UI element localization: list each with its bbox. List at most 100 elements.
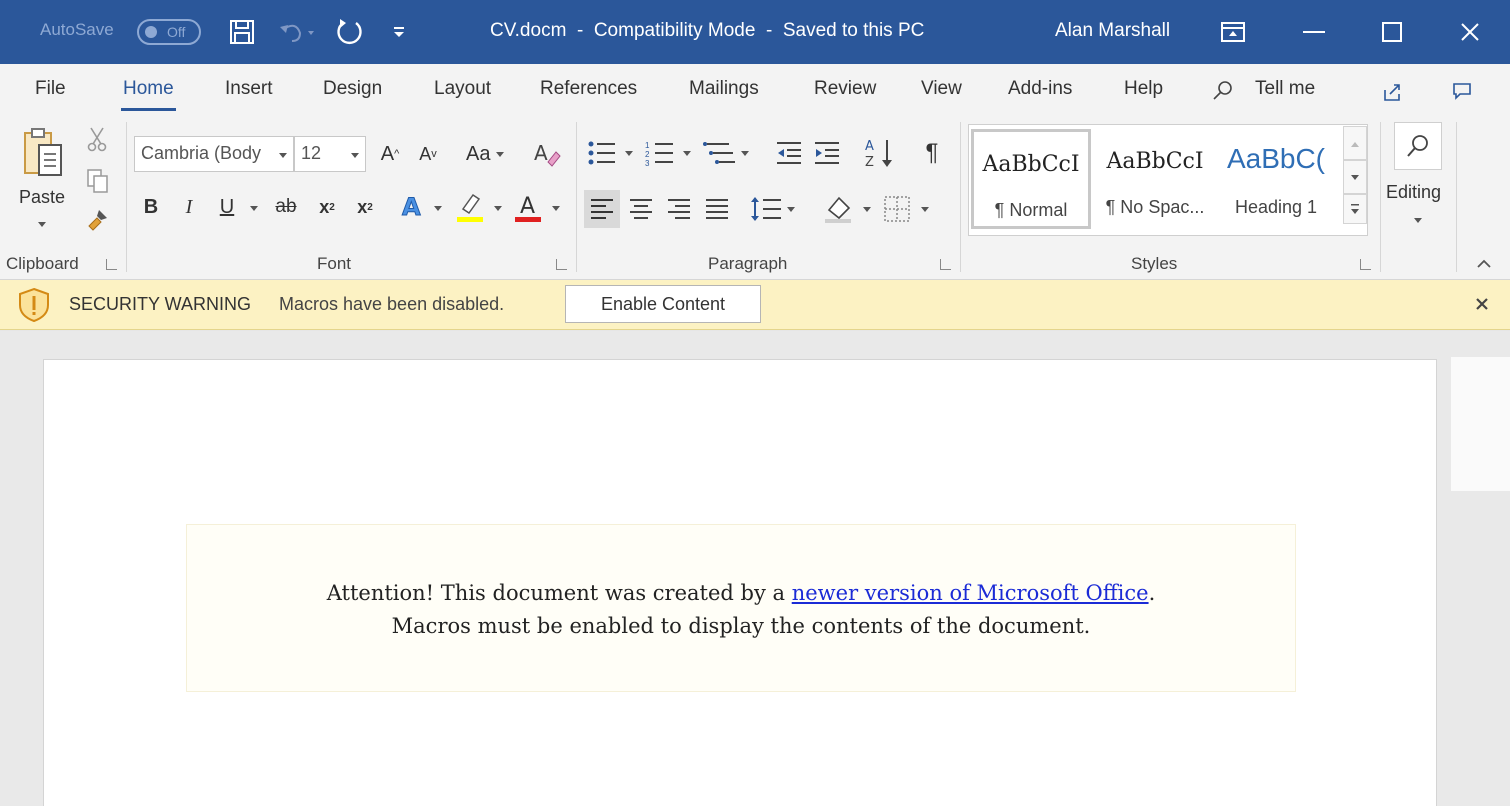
- document-page[interactable]: Attention! This document was created by …: [43, 359, 1437, 806]
- subscript-icon[interactable]: x2: [314, 192, 340, 222]
- toggle-knob: [145, 26, 157, 38]
- bullets-icon[interactable]: [586, 138, 636, 168]
- copy-icon[interactable]: [84, 166, 112, 196]
- newer-version-link[interactable]: newer version of Microsoft Office: [792, 581, 1149, 605]
- close-warning-icon[interactable]: [1470, 292, 1494, 316]
- style-no-spacing[interactable]: AaBbCcI ¶ No Spac...: [1095, 129, 1215, 229]
- highlight-icon[interactable]: [454, 190, 486, 224]
- align-right-icon[interactable]: [662, 190, 696, 228]
- separator: [1380, 122, 1381, 272]
- numbering-icon[interactable]: 123: [644, 138, 694, 168]
- paste-dropdown-icon[interactable]: [38, 222, 46, 227]
- title-bar: AutoSave Off CV.docm - Compatibility Mod…: [0, 0, 1510, 64]
- tab-addins[interactable]: Add-ins: [1008, 78, 1072, 100]
- tab-view[interactable]: View: [921, 78, 962, 100]
- font-size-box[interactable]: 12: [294, 136, 366, 172]
- italic-button[interactable]: I: [176, 192, 202, 222]
- font-color-dropdown-icon[interactable]: [552, 206, 560, 211]
- text-effects-icon[interactable]: A: [398, 190, 426, 222]
- save-icon[interactable]: [226, 16, 258, 48]
- undo-icon[interactable]: [276, 16, 320, 48]
- enable-content-button[interactable]: Enable Content: [565, 285, 761, 323]
- user-name[interactable]: Alan Marshall: [1055, 20, 1170, 42]
- comments-icon[interactable]: [1450, 80, 1474, 102]
- minimize-icon[interactable]: [1300, 16, 1328, 48]
- svg-text:A: A: [520, 194, 535, 219]
- tab-insert[interactable]: Insert: [225, 78, 273, 100]
- tab-home[interactable]: Home: [121, 78, 176, 111]
- font-size-value: 12: [301, 143, 322, 163]
- share-icon[interactable]: [1380, 80, 1404, 104]
- tab-design[interactable]: Design: [323, 78, 382, 100]
- redo-icon[interactable]: [332, 16, 366, 48]
- text-effects-dropdown-icon[interactable]: [434, 206, 442, 211]
- font-color-icon[interactable]: A: [512, 190, 544, 224]
- font-name-value: Cambria (Body: [141, 143, 262, 163]
- lightbulb-search-icon[interactable]: [1210, 80, 1236, 102]
- svg-text:3: 3: [645, 159, 650, 167]
- grow-font-icon[interactable]: A ^: [376, 140, 404, 168]
- superscript-icon[interactable]: x2: [352, 192, 378, 222]
- find-icon[interactable]: [1394, 122, 1442, 170]
- paragraph-launcher-icon[interactable]: [940, 259, 951, 270]
- close-icon[interactable]: [1456, 16, 1484, 48]
- tab-file[interactable]: File: [35, 78, 66, 100]
- styles-launcher-icon[interactable]: [1360, 259, 1371, 270]
- tab-layout[interactable]: Layout: [434, 78, 491, 100]
- justify-icon[interactable]: [700, 190, 734, 228]
- styles-scroll-up[interactable]: [1343, 126, 1367, 160]
- security-warning-title: SECURITY WARNING: [69, 294, 252, 314]
- borders-icon[interactable]: [880, 190, 934, 228]
- editing-label[interactable]: Editing: [1386, 182, 1441, 203]
- multilevel-list-icon[interactable]: [702, 138, 752, 168]
- autosave-toggle[interactable]: Off: [137, 19, 201, 45]
- svg-text:A: A: [534, 141, 548, 165]
- maximize-icon[interactable]: [1378, 16, 1406, 48]
- clipboard-launcher-icon[interactable]: [106, 259, 117, 270]
- font-name-caret-icon[interactable]: [279, 153, 287, 158]
- separator: [576, 122, 577, 272]
- sort-icon[interactable]: AZ: [862, 136, 898, 170]
- styles-more[interactable]: [1343, 194, 1367, 224]
- tab-mailings[interactable]: Mailings: [689, 78, 759, 100]
- style-heading-1[interactable]: AaBbC( Heading 1: [1219, 129, 1333, 229]
- svg-text:2: 2: [645, 150, 650, 159]
- font-size-caret-icon[interactable]: [351, 153, 359, 158]
- tab-review[interactable]: Review: [814, 78, 876, 100]
- separator: [1456, 122, 1457, 272]
- underline-dropdown-icon[interactable]: [250, 206, 258, 211]
- styles-group-label: Styles: [1131, 254, 1178, 273]
- change-case-button[interactable]: Aa: [460, 140, 510, 168]
- show-formatting-marks-icon[interactable]: ¶: [918, 138, 946, 168]
- style-normal[interactable]: AaBbCcI ¶ Normal: [971, 129, 1091, 229]
- font-launcher-icon[interactable]: [556, 259, 567, 270]
- strikethrough-button[interactable]: ab: [270, 192, 302, 222]
- font-name-box[interactable]: Cambria (Body: [134, 136, 294, 172]
- tab-references[interactable]: References: [540, 78, 637, 100]
- bold-button[interactable]: B: [138, 192, 164, 222]
- shrink-font-icon[interactable]: Av: [414, 140, 442, 168]
- paste-icon[interactable]: [18, 124, 66, 182]
- shading-icon[interactable]: [822, 190, 876, 228]
- increase-indent-icon[interactable]: [812, 138, 842, 168]
- styles-gallery: AaBbCcI ¶ Normal AaBbCcI ¶ No Spac... Aa…: [968, 124, 1368, 236]
- format-painter-icon[interactable]: [84, 204, 112, 234]
- collapse-ribbon-icon[interactable]: [1474, 254, 1494, 274]
- customize-qat-icon[interactable]: [388, 16, 410, 48]
- notice-line-1-text: Attention! This document was created by …: [326, 581, 792, 605]
- right-pane-strip: [1451, 357, 1510, 491]
- clear-formatting-icon[interactable]: A: [530, 138, 564, 170]
- underline-button[interactable]: U: [214, 192, 240, 222]
- tab-help[interactable]: Help: [1124, 78, 1163, 100]
- paste-label[interactable]: Paste: [19, 187, 65, 208]
- line-spacing-icon[interactable]: [750, 190, 800, 228]
- tell-me-box[interactable]: Tell me: [1255, 78, 1315, 100]
- editing-dropdown-icon[interactable]: [1414, 218, 1422, 223]
- decrease-indent-icon[interactable]: [774, 138, 804, 168]
- align-left-icon[interactable]: [584, 190, 620, 228]
- align-center-icon[interactable]: [624, 190, 658, 228]
- styles-scroll-down[interactable]: [1343, 160, 1367, 194]
- highlight-dropdown-icon[interactable]: [494, 206, 502, 211]
- ribbon-display-options-icon[interactable]: [1218, 16, 1248, 48]
- cut-icon[interactable]: [84, 124, 110, 154]
